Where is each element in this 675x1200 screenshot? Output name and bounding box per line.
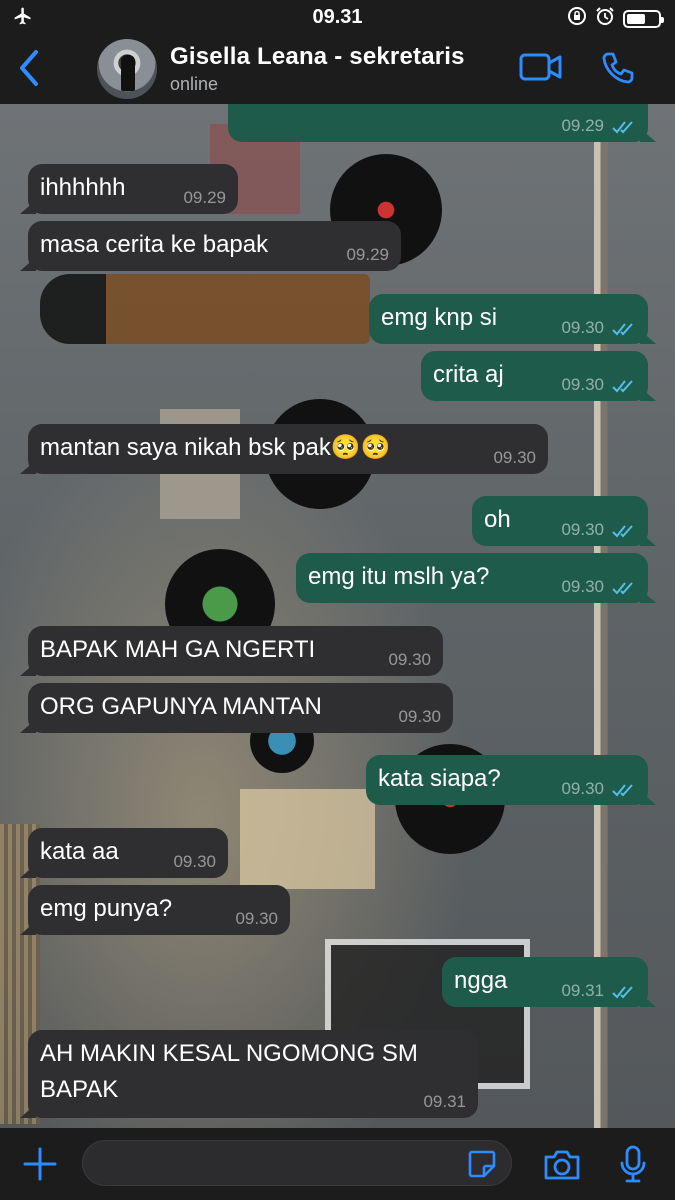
message-time: 09.29 <box>346 244 389 264</box>
message-bubble-in[interactable]: mantan saya nikah bsk pak🥺🥺 09.30 <box>20 424 548 474</box>
message-bubble-out[interactable]: crita aj 09.30 <box>421 351 656 401</box>
read-ticks-icon <box>612 323 633 336</box>
message-time: 09.29 <box>183 187 226 207</box>
chevron-left-icon <box>20 50 38 86</box>
microphone-button[interactable] <box>618 1144 648 1189</box>
message-bubble-in[interactable]: BAPAK MAH GA NGERTI 09.30 <box>20 626 443 676</box>
message-time: 09.30 <box>561 778 604 798</box>
wallpaper-guitar <box>40 274 370 344</box>
message-bubble-out[interactable]: ngga 09.31 <box>442 957 656 1007</box>
message-text: masa cerita ke bapak <box>40 231 269 258</box>
read-ticks-icon <box>612 784 633 797</box>
wallpaper-poster <box>240 789 375 889</box>
message-time: 09.30 <box>561 317 604 337</box>
message-bubble-out[interactable]: 09.29 <box>228 104 656 142</box>
message-bubble-in[interactable]: kata aa 09.30 <box>20 828 228 878</box>
message-time: 09.30 <box>561 519 604 539</box>
message-time: 09.31 <box>561 980 604 1000</box>
message-bubble-out[interactable]: emg itu mslh ya? 09.30 <box>296 553 656 603</box>
input-bar <box>0 1128 675 1200</box>
message-time: 09.31 <box>423 1091 466 1111</box>
message-time: 09.30 <box>235 908 278 928</box>
message-time: 09.30 <box>561 374 604 394</box>
message-text: ORG GAPUNYA MANTAN <box>40 693 322 720</box>
avatar[interactable] <box>97 39 157 99</box>
message-text: crita aj <box>433 361 504 388</box>
message-text: kata aa <box>40 838 119 865</box>
message-time: 09.30 <box>388 649 431 669</box>
plus-icon <box>23 1147 57 1181</box>
message-bubble-in[interactable]: ihhhhhh 09.29 <box>20 164 238 214</box>
message-text: ihhhhhh <box>40 174 126 201</box>
message-bubble-in[interactable]: ORG GAPUNYA MANTAN 09.30 <box>20 683 453 733</box>
message-text: BAPAK MAH GA NGERTI <box>40 636 316 663</box>
read-ticks-icon <box>612 525 633 538</box>
rotation-lock-icon <box>567 6 587 31</box>
message-bubble-out[interactable]: kata siapa? 09.30 <box>366 755 656 805</box>
back-button[interactable] <box>14 48 50 88</box>
contact-status: online <box>170 74 219 94</box>
message-text: emg punya? <box>40 895 173 922</box>
battery-icon <box>623 9 664 28</box>
read-ticks-icon <box>612 986 633 999</box>
attach-button[interactable] <box>22 1146 58 1187</box>
message-time: 09.30 <box>398 706 441 726</box>
message-time: 09.30 <box>173 851 216 871</box>
message-text-line-2: BAPAK <box>40 1076 119 1103</box>
message-text: kata siapa? <box>378 765 501 792</box>
microphone-icon <box>620 1145 646 1183</box>
alarm-icon <box>595 6 615 31</box>
chat-area[interactable]: 09.29 ihhhhhh 09.29 masa cerita ke bapak… <box>0 104 675 1128</box>
sticker-icon <box>468 1150 496 1178</box>
camera-icon <box>544 1150 580 1180</box>
message-time: 09.29 <box>561 115 604 135</box>
video-call-button[interactable] <box>518 50 564 89</box>
status-bar: 09.31 <box>0 0 675 34</box>
contact-name[interactable]: Gisella Leana - sekretaris <box>170 43 465 71</box>
camera-button[interactable] <box>542 1148 582 1187</box>
message-text: oh <box>484 506 511 533</box>
message-text-line-1: AH MAKIN KESAL NGOMONG SM <box>40 1040 418 1067</box>
read-ticks-icon <box>612 582 633 595</box>
read-ticks-icon <box>612 121 633 134</box>
message-time: 09.30 <box>561 576 604 596</box>
phone-icon <box>602 52 634 84</box>
message-bubble-in[interactable]: AH MAKIN KESAL NGOMONG SM BAPAK 09.31 <box>20 1030 478 1118</box>
message-bubble-out[interactable]: emg knp si 09.30 <box>369 294 656 344</box>
chat-header: Gisella Leana - sekretaris online <box>0 34 675 104</box>
voice-call-button[interactable] <box>600 50 636 91</box>
message-text: emg knp si <box>381 304 498 331</box>
battery-level <box>627 13 645 24</box>
message-bubble-out[interactable]: oh 09.30 <box>472 496 656 546</box>
message-text: emg itu mslh ya? <box>308 563 490 590</box>
message-bubble-in[interactable]: emg punya? 09.30 <box>20 885 290 935</box>
sticker-button[interactable] <box>466 1148 498 1185</box>
message-input[interactable] <box>82 1140 512 1186</box>
message-bubble-in[interactable]: masa cerita ke bapak 09.29 <box>20 221 401 271</box>
message-text: mantan saya nikah bsk pak🥺🥺 <box>40 434 391 461</box>
status-indicators <box>567 6 664 31</box>
video-camera-icon <box>519 53 562 81</box>
message-time: 09.30 <box>493 447 536 467</box>
message-text: ngga <box>454 967 508 994</box>
read-ticks-icon <box>612 380 633 393</box>
